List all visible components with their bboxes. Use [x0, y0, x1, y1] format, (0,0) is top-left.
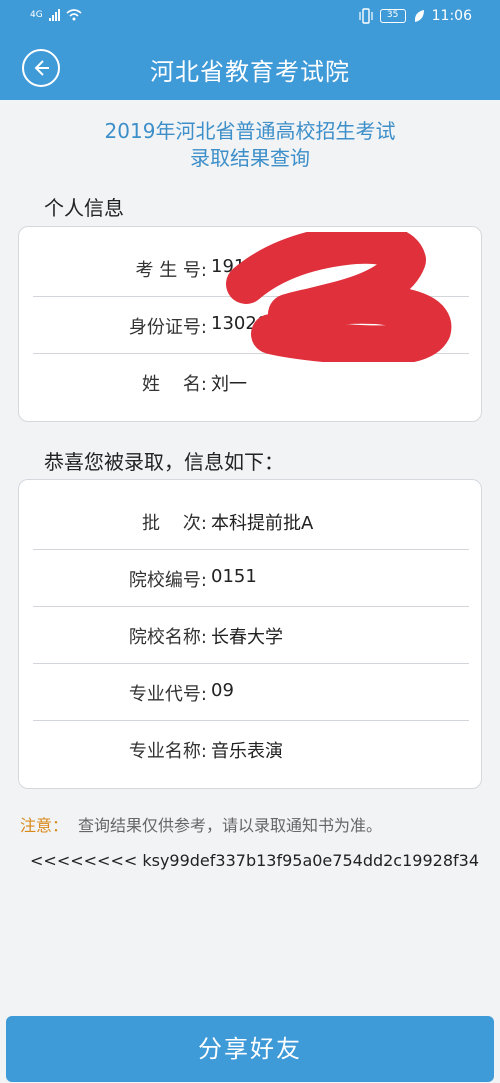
admission-heading: 恭喜您被录取，信息如下：	[44, 450, 284, 474]
row-label: 专业名称:	[128, 741, 207, 762]
share-friends-button[interactable]: 分享好友	[6, 1016, 494, 1082]
status-bar: 4G 35 11:06	[0, 0, 500, 34]
row-value: 0151	[211, 566, 257, 587]
status-left: 4G	[30, 9, 82, 21]
row-value: 09	[211, 680, 234, 701]
network-type-label: 4G	[30, 10, 43, 20]
clock: 11:06	[431, 8, 472, 24]
admission-info-card: 批 次: 本科提前批A 院校编号: 0151 院校名称: 长春大学 专业代号: …	[18, 479, 482, 789]
row-value: 本科提前批A	[211, 513, 314, 534]
info-row-major-code: 专业代号: 09	[33, 664, 469, 721]
row-label: 身份证号:	[128, 317, 207, 338]
page-title: 2019年河北省普通高校招生考试 录取结果查询	[0, 118, 500, 172]
app-header: 河北省教育考试院	[0, 34, 500, 100]
row-value: 刘一	[211, 374, 247, 395]
verification-hash: <<<<<<<< ksy99def337b13f95a0e754dd2c1992…	[30, 851, 479, 870]
row-label: 考 生 号:	[135, 260, 207, 281]
note-label: 注意：	[20, 816, 69, 835]
info-row-name: 姓 名: 刘一	[33, 354, 469, 411]
row-label: 院校编号:	[128, 570, 207, 591]
row-label: 批 次:	[142, 513, 207, 534]
battery-icon: 35	[379, 9, 406, 23]
wifi-icon	[66, 9, 82, 21]
row-value: 长春大学	[211, 627, 283, 648]
info-row-major-name: 专业名称: 音乐表演	[33, 721, 469, 778]
info-row-school-name: 院校名称: 长春大学	[33, 607, 469, 664]
row-label: 姓 名:	[142, 374, 207, 395]
status-right: 35 11:06	[359, 8, 472, 24]
info-row-school-code: 院校编号: 0151	[33, 550, 469, 607]
redaction-scribble	[226, 232, 452, 362]
row-label: 院校名称:	[128, 627, 207, 648]
signal-icon	[48, 9, 60, 21]
vibrate-icon	[359, 8, 373, 24]
disclaimer-note: 注意： 查询结果仅供参考，请以录取通知书为准。	[20, 812, 382, 836]
page-title-line2: 录取结果查询	[190, 146, 310, 170]
leaf-icon	[414, 10, 424, 22]
page-title-line1: 2019年河北省普通高校招生考试	[104, 119, 396, 143]
row-value: 音乐表演	[211, 741, 283, 762]
note-text: 查询结果仅供参考，请以录取通知书为准。	[78, 816, 383, 835]
personal-info-heading: 个人信息	[44, 196, 124, 220]
row-label: 专业代号:	[128, 684, 207, 705]
info-row-batch: 批 次: 本科提前批A	[33, 493, 469, 550]
header-title: 河北省教育考试院	[150, 58, 350, 86]
